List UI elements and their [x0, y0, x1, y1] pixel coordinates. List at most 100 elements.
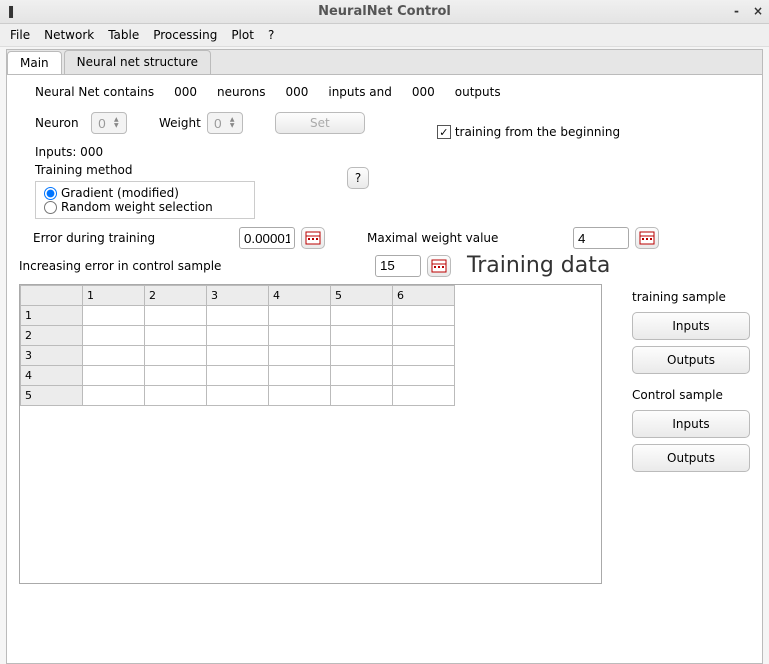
cell[interactable] [269, 346, 331, 366]
cell[interactable] [393, 326, 455, 346]
weight-input[interactable] [208, 113, 228, 133]
data-table[interactable]: 1 2 3 4 5 6 1 2 3 4 5 [20, 285, 455, 406]
menu-file[interactable]: File [10, 28, 30, 42]
increasing-error-label: Increasing error in control sample [19, 259, 369, 273]
cell[interactable] [393, 346, 455, 366]
cell[interactable] [145, 326, 207, 346]
cell[interactable] [145, 346, 207, 366]
training-sample-label: training sample [632, 290, 750, 304]
close-button[interactable]: × [753, 4, 763, 18]
row-header[interactable]: 1 [21, 306, 83, 326]
cell[interactable] [269, 306, 331, 326]
cell[interactable] [83, 366, 145, 386]
cell[interactable] [269, 366, 331, 386]
radio-random[interactable]: Random weight selection [44, 200, 246, 214]
error-training-label: Error during training [33, 231, 233, 245]
menu-network[interactable]: Network [44, 28, 94, 42]
cell[interactable] [331, 386, 393, 406]
summary-neurons-count: 000 [174, 85, 197, 99]
cell[interactable] [269, 326, 331, 346]
col-header[interactable]: 6 [393, 286, 455, 306]
summary-prefix: Neural Net contains [35, 85, 154, 99]
row-header[interactable]: 4 [21, 366, 83, 386]
neuron-label: Neuron [35, 116, 85, 130]
radio-random-label: Random weight selection [61, 200, 213, 214]
max-weight-input[interactable] [573, 227, 629, 249]
cell[interactable] [207, 366, 269, 386]
training-inputs-button[interactable]: Inputs [632, 312, 750, 340]
radio-gradient-input[interactable] [44, 187, 57, 200]
row-header[interactable]: 2 [21, 326, 83, 346]
cell[interactable] [83, 346, 145, 366]
menu-processing[interactable]: Processing [153, 28, 217, 42]
cell[interactable] [83, 326, 145, 346]
cell[interactable] [393, 366, 455, 386]
weight-label: Weight [159, 116, 201, 130]
col-header[interactable]: 2 [145, 286, 207, 306]
cell[interactable] [331, 346, 393, 366]
cell[interactable] [145, 306, 207, 326]
cell[interactable] [393, 306, 455, 326]
main-panel: Neural Net contains 000 neurons 000 inpu… [6, 74, 763, 664]
side-panel: training sample Inputs Outputs Control s… [632, 286, 750, 472]
neuron-spinner[interactable]: ▲▼ [91, 112, 127, 134]
training-method-help-button[interactable]: ? [347, 167, 369, 189]
menu-help[interactable]: ? [268, 28, 274, 42]
row-header[interactable]: 5 [21, 386, 83, 406]
summary-outputs-label: outputs [455, 85, 501, 99]
neuron-input[interactable] [92, 113, 112, 133]
training-data-title: Training data [467, 253, 610, 278]
col-header[interactable]: 1 [83, 286, 145, 306]
titlebar: ❚ NeuralNet Control - × [0, 0, 769, 24]
window-icon: ❚ [6, 4, 16, 18]
cell[interactable] [331, 306, 393, 326]
cell[interactable] [207, 346, 269, 366]
menu-plot[interactable]: Plot [231, 28, 254, 42]
menu-table[interactable]: Table [108, 28, 139, 42]
max-weight-label: Maximal weight value [367, 231, 567, 245]
weight-spinner[interactable]: ▲▼ [207, 112, 243, 134]
radio-gradient-label: Gradient (modified) [61, 186, 179, 200]
training-outputs-button[interactable]: Outputs [632, 346, 750, 374]
cell[interactable] [83, 306, 145, 326]
col-header[interactable]: 4 [269, 286, 331, 306]
radio-random-input[interactable] [44, 201, 57, 214]
control-outputs-button[interactable]: Outputs [632, 444, 750, 472]
error-training-input[interactable] [239, 227, 295, 249]
cell[interactable] [145, 366, 207, 386]
cell[interactable] [207, 306, 269, 326]
col-header[interactable]: 3 [207, 286, 269, 306]
cell[interactable] [393, 386, 455, 406]
data-grid[interactable]: 1 2 3 4 5 6 1 2 3 4 5 [19, 284, 602, 584]
summary-neurons-label: neurons [217, 85, 265, 99]
tab-structure[interactable]: Neural net structure [64, 50, 211, 74]
cell[interactable] [269, 386, 331, 406]
radio-gradient[interactable]: Gradient (modified) [44, 186, 246, 200]
increasing-error-input[interactable] [375, 255, 421, 277]
corner-cell [21, 286, 83, 306]
control-inputs-button[interactable]: Inputs [632, 410, 750, 438]
cell[interactable] [207, 386, 269, 406]
menubar: File Network Table Processing Plot ? [0, 24, 769, 47]
summary-inputs-count: 000 [285, 85, 308, 99]
control-sample-label: Control sample [632, 388, 750, 402]
cell[interactable] [331, 366, 393, 386]
cell[interactable] [207, 326, 269, 346]
cell[interactable] [145, 386, 207, 406]
inputs-line: Inputs: 000 [35, 145, 103, 159]
training-method-label: Training method [35, 163, 255, 177]
training-method-group: Gradient (modified) Random weight select… [35, 181, 255, 219]
error-training-picker-button[interactable] [301, 227, 325, 249]
training-checkbox[interactable]: ✓ training from the beginning [437, 125, 620, 139]
col-header[interactable]: 5 [331, 286, 393, 306]
minimize-button[interactable]: - [734, 4, 739, 18]
row-header[interactable]: 3 [21, 346, 83, 366]
tab-bar: Main Neural net structure [6, 49, 763, 74]
set-button[interactable]: Set [275, 112, 365, 134]
tab-main[interactable]: Main [7, 51, 62, 75]
cell[interactable] [331, 326, 393, 346]
max-weight-picker-button[interactable] [635, 227, 659, 249]
window-title: NeuralNet Control [318, 4, 451, 19]
increasing-error-picker-button[interactable] [427, 255, 451, 277]
cell[interactable] [83, 386, 145, 406]
